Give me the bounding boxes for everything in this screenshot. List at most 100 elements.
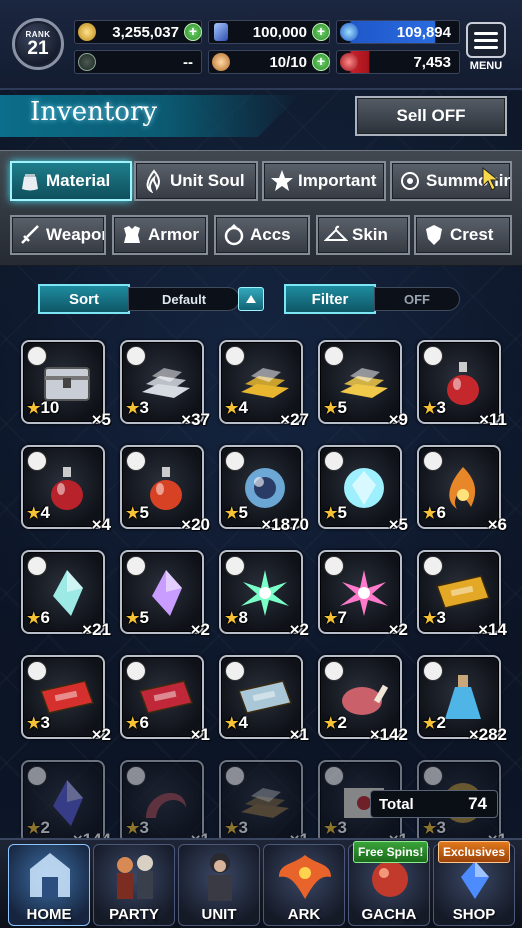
sell-toggle-button[interactable]: Sell OFF — [355, 96, 507, 136]
rarity-value: 7 — [337, 608, 347, 627]
sort-order-toggle[interactable] — [238, 287, 264, 311]
menu-bar-icon — [474, 31, 498, 35]
item-slot[interactable]: ★3 ×1 — [219, 760, 309, 838]
sort-value[interactable]: Default — [128, 287, 240, 311]
rarity-value: 6 — [436, 503, 446, 522]
item-slot[interactable]: ★5 ×5 — [318, 445, 408, 534]
rarity-value: 8 — [238, 608, 248, 627]
add-ticket-button[interactable]: + — [312, 53, 330, 71]
item-rarity: ★5 — [225, 503, 248, 523]
tab-important[interactable]: Important — [262, 161, 386, 201]
tab-label: Accs — [250, 225, 291, 244]
tab-label: Skin — [352, 225, 388, 244]
item-rarity: ★3 — [225, 818, 248, 838]
tab-weapon[interactable]: Weapon — [10, 215, 106, 255]
tab-accs[interactable]: Accs — [214, 215, 310, 255]
free-spins-badge: Free Spins! — [353, 841, 429, 863]
item-slot[interactable]: ★7 ×2 — [318, 550, 408, 639]
rarity-star-icon: ★ — [225, 505, 239, 522]
star-icon — [270, 169, 294, 193]
item-quantity: ×2 — [388, 620, 408, 639]
nav-party[interactable]: PARTY — [93, 844, 175, 926]
item-rarity: ★4 — [27, 503, 50, 523]
item-slot[interactable]: ★3 ×1 — [120, 760, 210, 838]
rarity-value: 4 — [238, 713, 248, 732]
tab-crest[interactable]: Crest — [414, 215, 512, 255]
rarity-star-icon: ★ — [27, 400, 41, 417]
item-slot[interactable]: ★4 ×4 — [21, 445, 111, 534]
item-rarity: ★3 — [423, 818, 446, 838]
rarity-star-icon: ★ — [324, 820, 338, 837]
item-slot[interactable]: ★6 ×6 — [417, 445, 507, 534]
item-slot[interactable]: ★5 ×9 — [318, 340, 408, 429]
item-quantity: ×2 — [190, 620, 210, 639]
rarity-value: 3 — [40, 713, 50, 732]
item-slot[interactable]: ★5 ×1870 — [219, 445, 309, 534]
item-slot[interactable]: ★2 ×144 — [21, 760, 111, 838]
item-slot[interactable]: ★6 ×1 — [120, 655, 210, 744]
unit-slot-counter: -- — [74, 50, 202, 74]
home-castle-icon — [30, 853, 70, 897]
party-characters-icon — [117, 855, 153, 899]
item-slot[interactable]: ★3 ×11 — [417, 340, 507, 429]
item-slot[interactable]: ★6 ×21 — [21, 550, 111, 639]
rarity-value: 2 — [436, 713, 446, 732]
rarity-star-icon: ★ — [324, 400, 338, 417]
item-rarity: ★6 — [126, 713, 149, 733]
nav-gacha[interactable]: Free Spins! GACHA — [348, 841, 430, 926]
filter-value[interactable]: OFF — [374, 287, 460, 311]
item-slot[interactable]: ★10 ×5 — [21, 340, 111, 429]
menu-button[interactable] — [466, 22, 506, 58]
item-slot[interactable]: ★5 ×2 — [120, 550, 210, 639]
sort-button[interactable]: Sort — [38, 284, 130, 314]
tab-skin[interactable]: Skin — [316, 215, 410, 255]
item-frame: ★3 — [120, 760, 204, 838]
rarity-value: 10 — [40, 398, 60, 417]
item-quantity: ×1 — [488, 830, 507, 838]
add-gil-button[interactable]: + — [184, 23, 202, 41]
filter-button[interactable]: Filter — [284, 284, 376, 314]
nav-unit[interactable]: UNIT — [178, 844, 260, 926]
item-quantity: ×2 — [91, 725, 111, 744]
nav-party-label: PARTY — [109, 906, 159, 923]
menu-bar-icon — [474, 38, 498, 42]
item-slot[interactable]: ★3 ×2 — [21, 655, 111, 744]
item-rarity: ★2 — [27, 818, 50, 838]
category-tabs: Material Unit Soul Important Summoning W… — [0, 150, 522, 266]
tab-material[interactable]: Material — [10, 161, 132, 201]
exclusives-badge: Exclusives — [438, 841, 511, 863]
nav-home[interactable]: HOME — [8, 844, 90, 926]
menu-bar-icon — [474, 45, 498, 49]
item-slot[interactable]: ★2 ×142 — [318, 655, 408, 744]
item-quantity: ×1870 — [261, 515, 309, 534]
rarity-star-icon: ★ — [27, 820, 41, 837]
item-slot[interactable]: ★4 ×27 — [219, 340, 309, 429]
rarity-star-icon: ★ — [27, 610, 41, 627]
item-slot[interactable]: ★2 ×282 — [417, 655, 507, 744]
lapis-value: 100,000 — [252, 23, 307, 41]
item-quantity: ×37 — [181, 410, 210, 429]
energy-counter: 109,894 — [336, 20, 460, 44]
item-slot[interactable]: ★3 ×37 — [120, 340, 210, 429]
rarity-value: 5 — [139, 503, 149, 522]
add-lapis-button[interactable]: + — [312, 23, 330, 41]
nav-ark[interactable]: ARK — [263, 844, 345, 926]
gil-counter: 3,255,037 + — [74, 20, 202, 44]
item-frame: ★2 — [21, 760, 105, 838]
item-slot[interactable]: ★5 ×20 — [120, 445, 210, 534]
tab-unit-soul[interactable]: Unit Soul — [134, 161, 258, 201]
energy-value: 109,894 — [396, 23, 451, 41]
item-slot[interactable]: ★4 ×1 — [219, 655, 309, 744]
ticket-counter: 10/10 + — [208, 50, 330, 74]
nav-shop[interactable]: Exclusives SHOP — [433, 841, 515, 926]
item-quantity: ×21 — [82, 620, 111, 639]
item-slot[interactable]: ★8 ×2 — [219, 550, 309, 639]
rarity-star-icon: ★ — [27, 505, 41, 522]
triangle-up-icon — [246, 295, 256, 303]
menu-label[interactable]: MENU — [466, 60, 506, 72]
item-slot[interactable]: ★3 ×14 — [417, 550, 507, 639]
tab-armor[interactable]: Armor — [112, 215, 208, 255]
item-quantity: ×2 — [289, 620, 309, 639]
rarity-value: 3 — [436, 608, 446, 627]
rank-badge[interactable]: RANK 21 — [12, 18, 64, 70]
